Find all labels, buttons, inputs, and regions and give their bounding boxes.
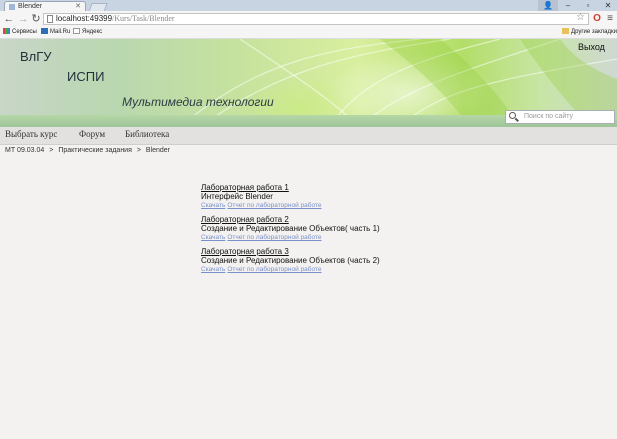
browser-menu-icon[interactable]: ≡	[604, 12, 616, 26]
maximize-window-button[interactable]: ▫	[578, 0, 598, 11]
apps-grid-icon	[3, 28, 10, 34]
bookmark-services[interactable]: Сервисы	[3, 28, 37, 37]
search-icon	[509, 112, 516, 119]
browser-tab[interactable]: Blender ✕	[4, 1, 86, 11]
other-bookmarks[interactable]: Другие закладки	[562, 28, 617, 37]
address-url: localhost:49399/Kurs/Task/Blender	[56, 14, 175, 24]
browser-tab-strip: Blender ✕ 👤 – ▫ ✕	[0, 0, 617, 12]
address-bar[interactable]: localhost:49399/Kurs/Task/Blender ☆	[43, 13, 589, 25]
site-search-input[interactable]: Поиск по сайту	[505, 110, 615, 124]
forward-arrow-icon[interactable]: →	[17, 12, 29, 26]
bookmark-label: Яндекс	[82, 29, 103, 35]
bookmark-mailru[interactable]: Mail.Ru	[41, 28, 70, 37]
lab-links: Скачать Отчет по лабораторной работе	[201, 266, 380, 274]
site-org-title: ВлГУ	[20, 49, 52, 64]
minimize-window-button[interactable]: –	[558, 0, 578, 11]
tab-title: Blender	[18, 3, 43, 10]
report-link[interactable]: Отчет по лабораторной работе	[227, 202, 321, 209]
menu-library[interactable]: Библиотека	[125, 129, 169, 139]
site-banner: ВлГУ ИСПИ Мультимедиа технологии Выход П…	[0, 39, 617, 127]
breadcrumb-separator: >	[136, 147, 141, 154]
site-tagline: Мультимедиа технологии	[122, 95, 274, 109]
site-dept-title: ИСПИ	[67, 69, 105, 84]
lab-subtitle: Создание и Редактирование Объектов( част…	[201, 224, 380, 233]
bookmarks-bar: Сервисы Mail.Ru Яндекс Другие закладки	[0, 27, 617, 39]
tab-close-icon[interactable]: ✕	[75, 2, 81, 10]
bookmark-yandex[interactable]: Яндекс	[73, 28, 102, 37]
download-link[interactable]: Скачать	[201, 202, 225, 209]
user-profile-icon[interactable]: 👤	[538, 0, 558, 11]
lab-links: Скачать Отчет по лабораторной работе	[201, 234, 380, 242]
download-link[interactable]: Скачать	[201, 234, 225, 241]
search-placeholder: Поиск по сайту	[524, 113, 574, 120]
page-icon	[47, 15, 53, 23]
lab-subtitle: Создание и Редактирование Объектов (част…	[201, 256, 380, 265]
menu-choose-course[interactable]: Выбрать курс	[5, 129, 57, 139]
browser-toolbar: ← → ↻ localhost:49399/Kurs/Task/Blender …	[0, 11, 617, 28]
lab-title-link[interactable]: Лабораторная работа 3	[201, 247, 380, 256]
download-link[interactable]: Скачать	[201, 266, 225, 273]
breadcrumb: МТ 09.03.04 > Практические задания > Ble…	[5, 147, 173, 154]
breadcrumb-current: Blender	[145, 147, 171, 154]
folder-icon	[562, 28, 569, 34]
lab-links: Скачать Отчет по лабораторной работе	[201, 202, 380, 210]
report-link[interactable]: Отчет по лабораторной работе	[227, 234, 321, 241]
tab-favicon-icon	[9, 4, 15, 10]
lab-item: Лабораторная работа 2 Создание и Редакти…	[201, 215, 380, 242]
breadcrumb-course[interactable]: МТ 09.03.04	[5, 147, 44, 154]
yandex-icon	[73, 28, 80, 34]
mailru-icon	[41, 28, 48, 34]
lab-item: Лабораторная работа 3 Создание и Редакти…	[201, 247, 380, 274]
url-path: /Kurs/Task/Blender	[112, 14, 175, 23]
bookmark-label: Mail.Ru	[50, 29, 71, 35]
lab-item: Лабораторная работа 1 Интерфейс Blender …	[201, 183, 380, 210]
site-menu-bar: Выбрать курс Форум Библиотека	[0, 127, 617, 145]
bookmark-label: Другие закладки	[571, 29, 617, 35]
bookmark-star-icon[interactable]: ☆	[576, 13, 585, 23]
menu-forum[interactable]: Форум	[79, 129, 105, 139]
back-arrow-icon[interactable]: ←	[3, 12, 15, 26]
bookmark-label: Сервисы	[12, 29, 37, 35]
logout-link[interactable]: Выход	[578, 42, 605, 52]
lab-title-link[interactable]: Лабораторная работа 1	[201, 183, 380, 192]
report-link[interactable]: Отчет по лабораторной работе	[227, 266, 321, 273]
lab-subtitle: Интерфейс Blender	[201, 192, 273, 201]
lab-list: Лабораторная работа 1 Интерфейс Blender …	[201, 183, 380, 279]
opera-extension-icon[interactable]: O	[591, 12, 603, 26]
close-window-button[interactable]: ✕	[598, 0, 617, 11]
breadcrumb-tasks[interactable]: Практические задания	[58, 147, 132, 154]
reload-icon[interactable]: ↻	[30, 12, 42, 26]
lab-title-link[interactable]: Лабораторная работа 2	[201, 215, 380, 224]
url-host: localhost:49399	[56, 14, 113, 23]
breadcrumb-separator: >	[49, 147, 54, 154]
